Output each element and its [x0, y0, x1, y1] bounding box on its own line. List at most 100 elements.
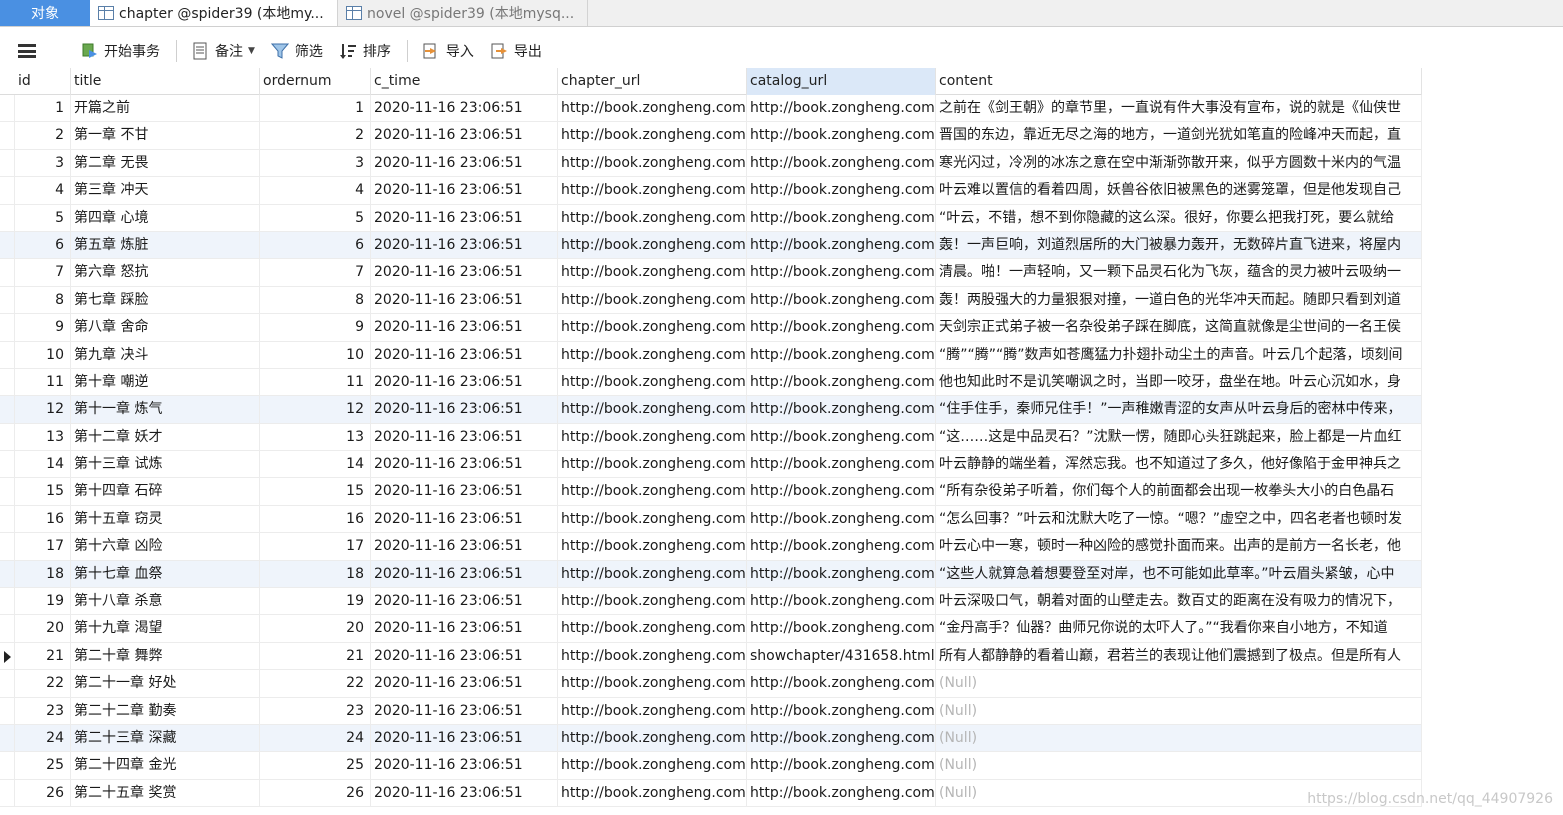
hamburger-icon[interactable]	[18, 44, 36, 58]
cell-content[interactable]: 清晨。啪！一声轻响，又一颗下品灵石化为飞灰，蕴含的灵力被叶云吸纳一	[936, 259, 1422, 287]
cell-id[interactable]: 14	[15, 451, 71, 479]
cell-content[interactable]: “怎么回事？”叶云和沈默大吃了一惊。“嗯？”虚空之中，四名老者也顿时发	[936, 505, 1422, 533]
cell-c-time[interactable]: 2020-11-16 23:06:51	[371, 697, 558, 725]
cell-title[interactable]: 第三章 冲天	[71, 177, 260, 205]
table-row[interactable]: 22 第二十一章 好处 22 2020-11-16 23:06:51 http://bo…	[0, 670, 1422, 698]
cell-c-time[interactable]: 2020-11-16 23:06:51	[371, 478, 558, 506]
cell-content[interactable]: 轰！两股强大的力量狠狠对撞，一道白色的光华冲天而起。随即只看到刘道	[936, 286, 1422, 314]
column-header-c-time[interactable]: c_time	[371, 68, 558, 95]
cell-id[interactable]: 8	[15, 286, 71, 314]
column-header-id[interactable]: id	[0, 68, 71, 95]
cell-ordernum[interactable]: 7	[260, 259, 371, 287]
table-row[interactable]: 11 第十章 嘲逆 11 2020-11-16 23:06:51 http://book…	[0, 368, 1422, 397]
cell-catalog-url[interactable]: http://book.zongheng.com	[747, 396, 936, 424]
cell-c-time[interactable]: 2020-11-16 23:06:51	[371, 95, 558, 122]
cell-title[interactable]: 第七章 踩脸	[71, 286, 260, 314]
row-marker[interactable]	[0, 149, 15, 177]
cell-id[interactable]: 6	[15, 231, 71, 259]
cell-id[interactable]: 17	[15, 533, 71, 561]
cell-c-time[interactable]: 2020-11-16 23:06:51	[371, 505, 558, 533]
cell-ordernum[interactable]: 5	[260, 204, 371, 232]
row-marker[interactable]	[0, 368, 15, 396]
cell-c-time[interactable]: 2020-11-16 23:06:51	[371, 670, 558, 698]
cell-chapter-url[interactable]: http://book.zongheng.com	[558, 588, 747, 616]
cell-title[interactable]: 第二十四章 金光	[71, 752, 260, 780]
cell-title[interactable]: 第二十五章 奖赏	[71, 779, 260, 807]
cell-title[interactable]: 第二十章 舞弊	[71, 642, 260, 670]
cell-chapter-url[interactable]: http://book.zongheng.com	[558, 149, 747, 177]
cell-catalog-url[interactable]: http://book.zongheng.com	[747, 259, 936, 287]
cell-title[interactable]: 第九章 决斗	[71, 341, 260, 369]
cell-chapter-url[interactable]: http://book.zongheng.com	[558, 204, 747, 232]
cell-chapter-url[interactable]: http://book.zongheng.com	[558, 423, 747, 451]
cell-c-time[interactable]: 2020-11-16 23:06:51	[371, 533, 558, 561]
table-row[interactable]: 13 第十二章 妖才 13 2020-11-16 23:06:51 http://boo…	[0, 423, 1422, 452]
cell-c-time[interactable]: 2020-11-16 23:06:51	[371, 259, 558, 287]
cell-ordernum[interactable]: 13	[260, 423, 371, 451]
cell-content[interactable]: (Null)	[936, 724, 1422, 752]
table-row[interactable]: 7 第六章 怒抗 7 2020-11-16 23:06:51 http://book.z…	[0, 259, 1422, 287]
cell-id[interactable]: 20	[15, 615, 71, 643]
cell-catalog-url[interactable]: http://book.zongheng.com	[747, 204, 936, 232]
row-marker[interactable]	[0, 533, 15, 561]
cell-id[interactable]: 23	[15, 697, 71, 725]
cell-ordernum[interactable]: 22	[260, 670, 371, 698]
cell-c-time[interactable]: 2020-11-16 23:06:51	[371, 341, 558, 369]
cell-c-time[interactable]: 2020-11-16 23:06:51	[371, 615, 558, 643]
cell-content[interactable]: (Null)	[936, 670, 1422, 698]
cell-id[interactable]: 9	[15, 314, 71, 342]
cell-c-time[interactable]: 2020-11-16 23:06:51	[371, 204, 558, 232]
tab-chapter-table[interactable]: chapter @spider39 (本地my...	[90, 0, 338, 26]
cell-ordernum[interactable]: 4	[260, 177, 371, 205]
cell-c-time[interactable]: 2020-11-16 23:06:51	[371, 314, 558, 342]
cell-title[interactable]: 第八章 舍命	[71, 314, 260, 342]
cell-content[interactable]: 他也知此时不是讥笑嘲讽之时，当即一咬牙，盘坐在地。叶云心沉如水，身	[936, 368, 1422, 396]
filter-button[interactable]: 筛选	[270, 41, 323, 61]
cell-content[interactable]: (Null)	[936, 752, 1422, 780]
cell-chapter-url[interactable]: http://book.zongheng.com	[558, 724, 747, 752]
cell-c-time[interactable]: 2020-11-16 23:06:51	[371, 122, 558, 150]
cell-catalog-url[interactable]: http://book.zongheng.com	[747, 286, 936, 314]
cell-title[interactable]: 第十四章 石碎	[71, 478, 260, 506]
cell-catalog-url[interactable]: http://book.zongheng.com	[747, 505, 936, 533]
cell-title[interactable]: 第二十三章 深藏	[71, 724, 260, 752]
cell-catalog-url[interactable]: http://book.zongheng.com	[747, 560, 936, 588]
cell-catalog-url[interactable]: http://book.zongheng.com	[747, 752, 936, 780]
cell-chapter-url[interactable]: http://book.zongheng.com	[558, 396, 747, 424]
cell-title[interactable]: 第十六章 凶险	[71, 533, 260, 561]
table-row[interactable]: 18 第十七章 血祭 18 2020-11-16 23:06:51 http://boo…	[0, 560, 1422, 589]
cell-ordernum[interactable]: 20	[260, 615, 371, 643]
cell-chapter-url[interactable]: http://book.zongheng.com	[558, 368, 747, 396]
cell-chapter-url[interactable]: http://book.zongheng.com	[558, 177, 747, 205]
cell-catalog-url[interactable]: http://book.zongheng.com	[747, 122, 936, 150]
cell-c-time[interactable]: 2020-11-16 23:06:51	[371, 286, 558, 314]
table-row[interactable]: 12 第十一章 炼气 12 2020-11-16 23:06:51 http://boo…	[0, 396, 1422, 424]
table-row[interactable]: 5 第四章 心境 5 2020-11-16 23:06:51 http://book.z…	[0, 204, 1422, 232]
cell-chapter-url[interactable]: http://book.zongheng.com	[558, 314, 747, 342]
cell-id[interactable]: 4	[15, 177, 71, 205]
cell-chapter-url[interactable]: http://book.zongheng.com	[558, 779, 747, 807]
column-header-catalog-url[interactable]: catalog_url	[747, 68, 936, 95]
table-row[interactable]: 2 第一章 不甘 2 2020-11-16 23:06:51 http://book.z…	[0, 122, 1422, 150]
cell-chapter-url[interactable]: http://book.zongheng.com	[558, 560, 747, 588]
row-marker[interactable]	[0, 259, 15, 287]
row-marker[interactable]	[0, 451, 15, 479]
cell-content[interactable]: (Null)	[936, 697, 1422, 725]
cell-chapter-url[interactable]: http://book.zongheng.com	[558, 231, 747, 259]
cell-id[interactable]: 26	[15, 779, 71, 807]
cell-catalog-url[interactable]: http://book.zongheng.com	[747, 231, 936, 259]
cell-c-time[interactable]: 2020-11-16 23:06:51	[371, 423, 558, 451]
cell-ordernum[interactable]: 2	[260, 122, 371, 150]
cell-id[interactable]: 24	[15, 724, 71, 752]
cell-catalog-url[interactable]: http://book.zongheng.com	[747, 779, 936, 807]
table-row[interactable]: 24 第二十三章 深藏 24 2020-11-16 23:06:51 http://bo…	[0, 724, 1422, 753]
export-button[interactable]: 导出	[490, 41, 542, 61]
cell-catalog-url[interactable]: http://book.zongheng.com	[747, 588, 936, 616]
cell-catalog-url[interactable]: http://book.zongheng.com	[747, 341, 936, 369]
cell-id[interactable]: 10	[15, 341, 71, 369]
cell-catalog-url[interactable]: http://book.zongheng.com	[747, 724, 936, 752]
cell-id[interactable]: 13	[15, 423, 71, 451]
cell-c-time[interactable]: 2020-11-16 23:06:51	[371, 560, 558, 588]
cell-chapter-url[interactable]: http://book.zongheng.com	[558, 615, 747, 643]
table-row[interactable]: 15 第十四章 石碎 15 2020-11-16 23:06:51 http://boo…	[0, 478, 1422, 506]
